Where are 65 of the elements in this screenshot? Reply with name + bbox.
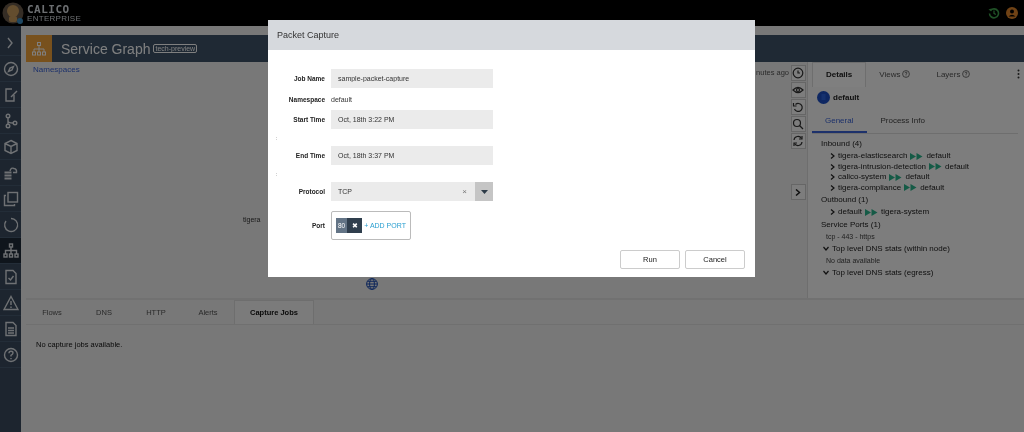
sidebar-item[interactable] <box>0 238 21 264</box>
refresh-button[interactable] <box>790 133 806 149</box>
panel-tab[interactable]: Layers <box>923 62 984 86</box>
flow-arrow-icon <box>865 208 879 216</box>
source-namespace[interactable]: tigera-elasticsearch <box>838 151 908 162</box>
copy-icon <box>2 190 19 207</box>
logo-subtext: ENTERPRISE <box>27 14 82 23</box>
source-namespace[interactable]: tigera-intrusion-detection <box>838 161 927 172</box>
namespace-icon <box>817 91 830 104</box>
flow-arrow-icon <box>904 184 918 192</box>
source-namespace[interactable]: default <box>838 207 863 218</box>
chevron-right-icon <box>795 188 801 196</box>
compass-icon <box>2 60 19 77</box>
panel-subtab[interactable]: General <box>812 111 868 133</box>
undo-button[interactable] <box>790 99 806 115</box>
checked-document-icon <box>2 268 19 285</box>
source-namespace[interactable]: tigera-compliance <box>838 182 902 193</box>
target-namespace[interactable]: default <box>920 182 945 193</box>
help-icon <box>962 70 971 78</box>
more-options-icon[interactable] <box>1017 69 1020 79</box>
dns-section-header[interactable]: Top level DNS stats (egress) <box>823 267 1024 278</box>
section-heading: Inbound (4) <box>821 139 863 149</box>
target-namespace[interactable]: default <box>926 151 951 162</box>
help-icon <box>902 70 911 78</box>
warning-icon <box>2 294 19 311</box>
user-avatar-icon[interactable] <box>1006 7 1018 19</box>
logo-text: CALICO <box>27 3 71 15</box>
clear-button[interactable]: × <box>462 187 475 196</box>
caret-icon <box>823 246 829 251</box>
history-icon[interactable] <box>988 7 1000 19</box>
cube-icon <box>2 138 19 155</box>
section-heading: Outbound (1) <box>821 195 870 205</box>
service-graph-icon <box>26 35 52 62</box>
target-namespace[interactable]: default <box>905 172 930 183</box>
search-button[interactable] <box>790 116 806 132</box>
source-namespace[interactable]: calico-system <box>838 172 887 183</box>
dropdown-button[interactable] <box>475 182 493 201</box>
edit-document-icon <box>2 86 19 103</box>
flow-arrow-icon <box>889 173 903 181</box>
expand-icon[interactable] <box>830 209 835 216</box>
mascot-logo-icon <box>2 1 24 25</box>
panel-tab[interactable]: Details <box>812 61 867 87</box>
collapse-panel-button[interactable] <box>790 184 806 200</box>
flow-arrow-icon <box>910 152 924 160</box>
panel-subtab[interactable]: Process Info <box>867 111 939 133</box>
namespace-name: default <box>833 93 860 102</box>
caret-icon <box>823 270 829 275</box>
clock-button[interactable] <box>790 65 806 81</box>
target-namespace[interactable]: default <box>945 161 970 172</box>
globe-icon[interactable] <box>366 278 378 290</box>
caret-icon <box>480 189 488 194</box>
eye-button[interactable] <box>790 82 806 98</box>
page-title: Service Graph <box>61 40 151 57</box>
sitemap-icon <box>2 242 19 259</box>
cloud-server-icon <box>2 164 19 181</box>
namespaces-breadcrumb[interactable]: Namespaces <box>33 65 80 74</box>
section-heading: Service Ports (1) <box>821 219 882 230</box>
panel-tab[interactable]: Views <box>866 62 924 86</box>
target-namespace[interactable]: tigera-system <box>881 207 930 218</box>
dns-section-header[interactable]: Top level DNS stats (within node) <box>823 243 1024 254</box>
dialog-title: Packet Capture <box>277 30 340 40</box>
flow-arrow-icon <box>929 163 943 171</box>
list-document-icon <box>2 320 19 337</box>
help-icon <box>2 346 19 363</box>
ring-icon <box>2 216 19 233</box>
